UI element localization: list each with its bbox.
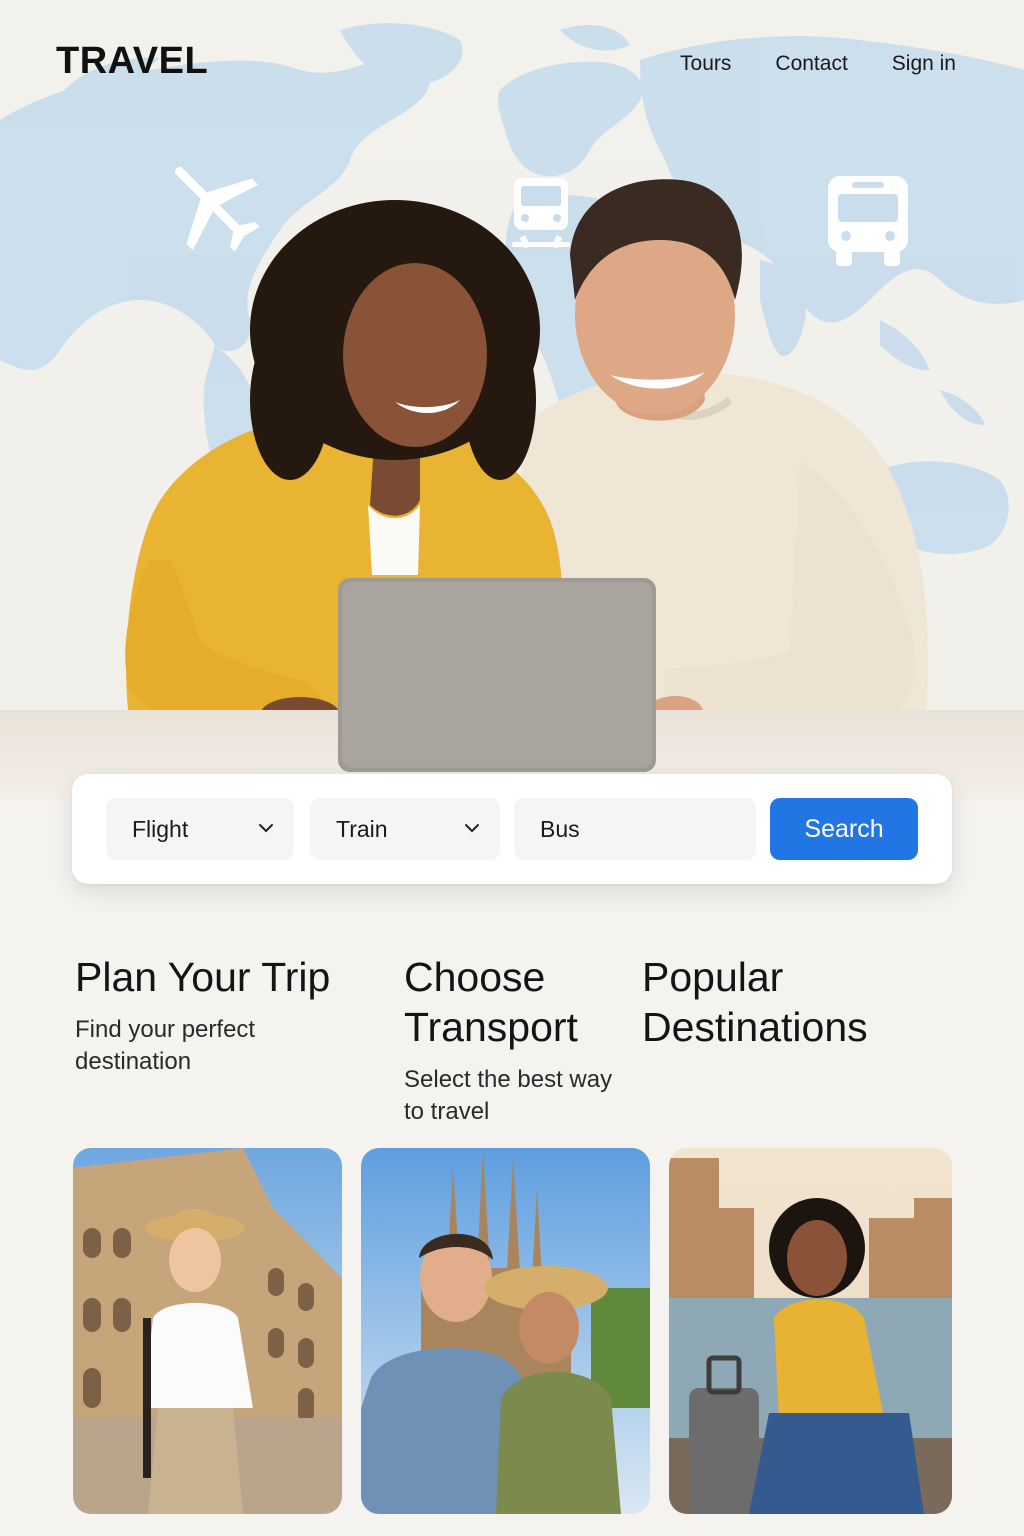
venice-traveler-photo bbox=[669, 1148, 952, 1514]
train-dropdown-label: Train bbox=[336, 815, 388, 842]
laptop-image bbox=[338, 578, 656, 772]
search-button[interactable]: Search bbox=[770, 798, 918, 860]
feature-plan-trip: Plan Your Trip Find your perfect destina… bbox=[75, 952, 375, 1078]
feature-popular-destinations: Popular Destinations bbox=[642, 952, 942, 1052]
bus-input[interactable] bbox=[540, 815, 740, 843]
feature-subtitle: Select the best way to travel bbox=[404, 1066, 613, 1125]
train-dropdown[interactable]: Train bbox=[310, 798, 500, 860]
chevron-down-icon bbox=[465, 824, 479, 833]
hero-section: TRAVEL Tours Contact Sign in bbox=[0, 0, 1024, 800]
flight-dropdown-label: Flight bbox=[132, 815, 189, 842]
chevron-down-icon bbox=[259, 824, 273, 833]
barcelona-couple-selfie-photo bbox=[361, 1148, 650, 1514]
feature-choose-transport: Choose Transport Select the best way to … bbox=[404, 952, 624, 1128]
feature-subtitle: Find your perfect destination bbox=[75, 1016, 256, 1075]
feature-title: Choose Transport bbox=[404, 954, 578, 1050]
colosseum-traveler-photo bbox=[73, 1148, 342, 1514]
destination-card-colosseum[interactable] bbox=[73, 1148, 342, 1514]
destination-card-venice[interactable] bbox=[669, 1148, 952, 1514]
feature-title: Popular Destinations bbox=[642, 954, 868, 1050]
transport-search-bar: Flight Train Search bbox=[72, 774, 952, 884]
destination-card-barcelona[interactable] bbox=[361, 1148, 650, 1514]
bus-field[interactable] bbox=[514, 798, 756, 860]
flight-dropdown[interactable]: Flight bbox=[106, 798, 294, 860]
feature-title: Plan Your Trip bbox=[75, 954, 331, 1000]
